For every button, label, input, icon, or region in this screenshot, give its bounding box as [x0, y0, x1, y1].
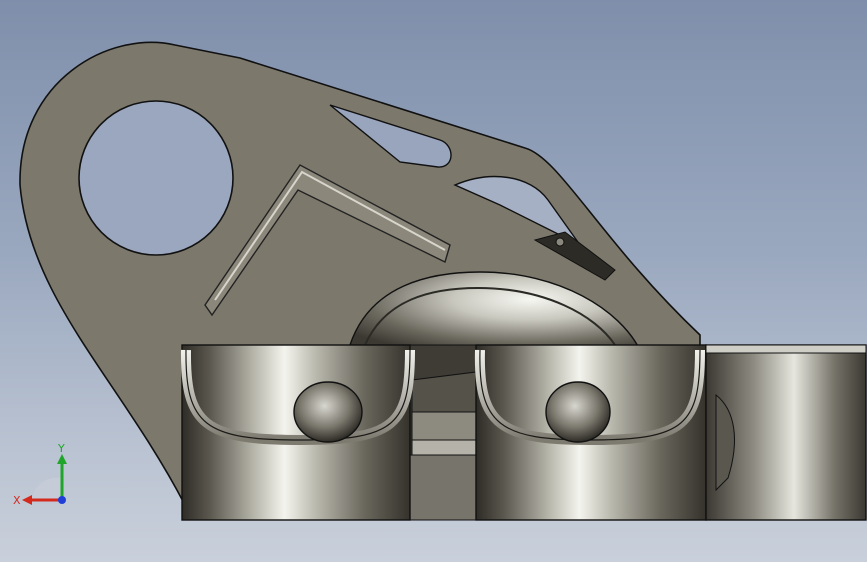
cad-viewport[interactable]: Y X — [0, 0, 867, 562]
left-pin-hole — [293, 381, 363, 443]
pivot-hole — [78, 100, 234, 256]
right-knuckle[interactable] — [705, 344, 867, 521]
cad-model[interactable] — [0, 0, 867, 562]
middle-pin-hole — [545, 381, 611, 443]
left-knuckle[interactable] — [180, 344, 415, 521]
z-axis-dot — [58, 496, 66, 504]
y-axis-label: Y — [57, 442, 65, 455]
z-axis-plane — [32, 477, 62, 500]
axis-triad[interactable]: Y X — [10, 440, 80, 510]
middle-knuckle[interactable] — [474, 344, 707, 521]
x-axis-label: X — [13, 494, 21, 507]
x-axis-arrow — [22, 495, 32, 505]
y-axis-arrow — [57, 454, 67, 464]
